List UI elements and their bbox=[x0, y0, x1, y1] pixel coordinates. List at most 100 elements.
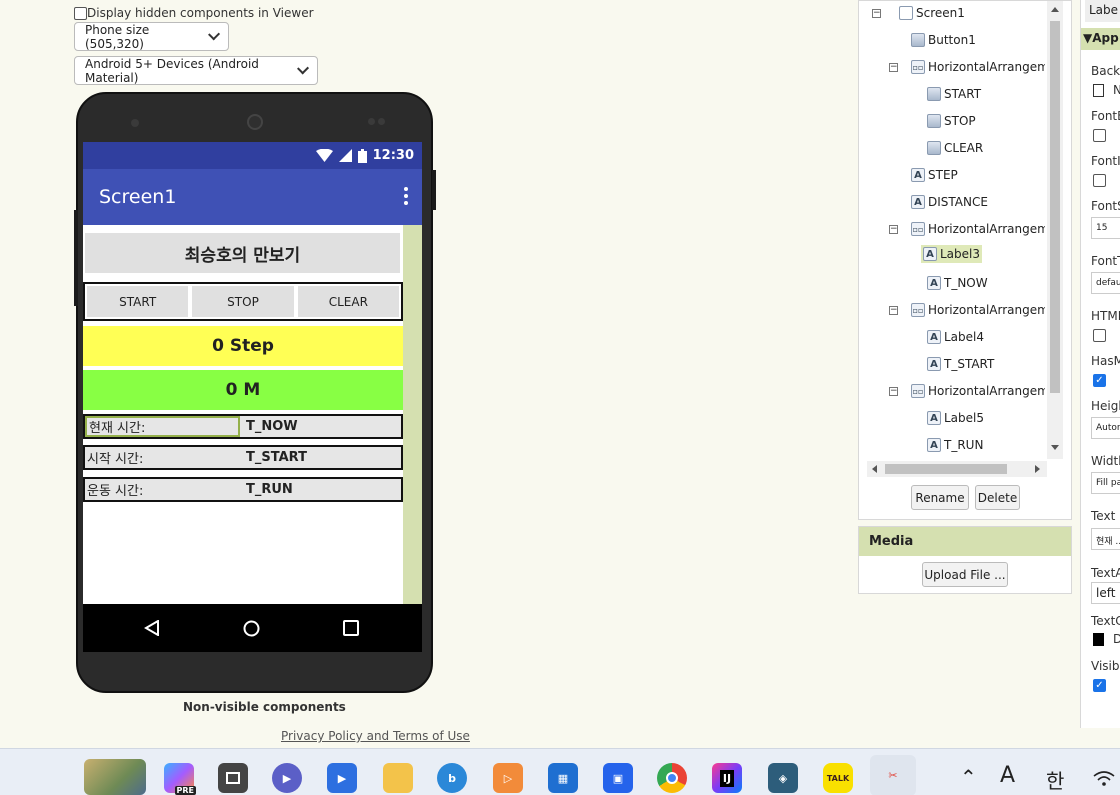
t-run-label[interactable]: T_RUN bbox=[240, 482, 293, 497]
tree-node-t-run[interactable]: A T_RUN bbox=[927, 438, 983, 452]
teams-chat-icon[interactable]: ▶ bbox=[272, 763, 302, 793]
chrome-icon[interactable] bbox=[657, 763, 687, 793]
time-row-now[interactable]: 현재 시간: T_NOW bbox=[83, 414, 403, 439]
collapse-toggle-icon[interactable]: − bbox=[872, 9, 881, 18]
fontsize-input[interactable]: 15 bbox=[1091, 217, 1120, 239]
height-input[interactable]: Autor bbox=[1091, 417, 1120, 439]
scroll-down-icon[interactable] bbox=[1051, 445, 1059, 450]
delete-button[interactable]: Delete bbox=[975, 485, 1020, 510]
tree-node-stop[interactable]: STOP bbox=[927, 114, 976, 128]
textcolor-swatch[interactable] bbox=[1093, 633, 1104, 646]
tree-node-label4[interactable]: A Label4 bbox=[927, 330, 984, 344]
fontitalic-checkbox[interactable] bbox=[1093, 174, 1106, 187]
scroll-left-icon[interactable] bbox=[872, 465, 877, 473]
label4[interactable]: 시작 시간: bbox=[85, 447, 240, 468]
tree-node-harrangement-4[interactable]: ▫▫ HorizontalArrangeme bbox=[911, 384, 1045, 398]
step-label[interactable]: 0 Step bbox=[83, 326, 403, 366]
upload-file-button[interactable]: Upload File ... bbox=[922, 562, 1008, 587]
htmlformat-checkbox[interactable] bbox=[1093, 329, 1106, 342]
components-tree[interactable]: − Screen1 Button1 − ▫▫ HorizontalArrange… bbox=[859, 1, 1045, 459]
light-sensor-icon bbox=[368, 118, 375, 125]
overflow-menu-icon[interactable] bbox=[404, 187, 408, 208]
collapse-triangle-icon[interactable]: ▼ bbox=[1083, 31, 1092, 45]
scroll-right-icon[interactable] bbox=[1035, 465, 1040, 473]
theme-select[interactable]: Android 5+ Devices (Android Material) bbox=[74, 56, 318, 85]
recents-icon[interactable] bbox=[343, 620, 359, 636]
task-view-icon[interactable] bbox=[218, 763, 248, 793]
hidden-components-checkbox[interactable] bbox=[74, 6, 87, 20]
collapse-toggle-icon[interactable]: − bbox=[889, 63, 898, 72]
label5[interactable]: 운동 시간: bbox=[85, 479, 240, 500]
scrollbar-thumb[interactable] bbox=[1050, 21, 1060, 393]
label3[interactable]: 현재 시간: bbox=[85, 416, 240, 437]
ime-language-icon[interactable]: 한 bbox=[1046, 765, 1064, 794]
start-button[interactable]: START bbox=[87, 286, 189, 317]
tree-node-distance[interactable]: A DISTANCE bbox=[911, 195, 988, 209]
chevron-down-icon bbox=[207, 27, 220, 41]
label-icon: A bbox=[911, 168, 925, 182]
clipchamp-icon[interactable]: ▷ bbox=[493, 763, 523, 793]
textalignment-select[interactable]: left : bbox=[1091, 582, 1120, 604]
tree-node-harrangement-1[interactable]: ▫▫ HorizontalArrangeme bbox=[911, 60, 1045, 74]
widgets-weather-icon[interactable] bbox=[84, 759, 146, 795]
mysql-workbench-icon[interactable]: ◈ bbox=[768, 763, 798, 793]
tree-horizontal-scrollbar[interactable] bbox=[867, 461, 1047, 477]
appearance-section-header[interactable]: ▼App bbox=[1081, 28, 1120, 50]
time-row-start[interactable]: 시작 시간: T_START bbox=[83, 445, 403, 470]
distance-label[interactable]: 0 M bbox=[83, 370, 403, 410]
chevron-up-icon[interactable]: ⌃ bbox=[960, 765, 977, 789]
tree-node-start[interactable]: START bbox=[927, 87, 981, 101]
fonttypeface-select[interactable]: defau bbox=[1091, 272, 1120, 294]
title-label[interactable]: 최승호의 만보기 bbox=[85, 233, 400, 273]
clear-button[interactable]: CLEAR bbox=[297, 286, 399, 317]
tree-node-harrangement-2[interactable]: ▫▫ HorizontalArrangeme bbox=[911, 222, 1045, 236]
time-row-run[interactable]: 운동 시간: T_RUN bbox=[83, 477, 403, 502]
tree-node-step[interactable]: A STEP bbox=[911, 168, 958, 182]
tree-vertical-scrollbar[interactable] bbox=[1047, 1, 1063, 459]
store-icon[interactable]: ▦ bbox=[548, 763, 578, 793]
collapse-toggle-icon[interactable]: − bbox=[889, 306, 898, 315]
zoom-icon[interactable]: ▶ bbox=[327, 763, 357, 793]
text-input[interactable]: 현재 ... bbox=[1091, 528, 1120, 550]
tree-node-screen1[interactable]: Screen1 bbox=[899, 6, 965, 20]
tree-node-label5[interactable]: A Label5 bbox=[927, 411, 984, 425]
prop-width-label: Width bbox=[1091, 454, 1120, 468]
fontbold-checkbox[interactable] bbox=[1093, 129, 1106, 142]
tree-node-t-start[interactable]: A T_START bbox=[927, 357, 994, 371]
scroll-up-icon[interactable] bbox=[1051, 7, 1059, 12]
viewer-area: Display hidden components in Viewer Phon… bbox=[0, 0, 850, 743]
back-icon[interactable] bbox=[144, 620, 160, 636]
kakaotalk-icon[interactable]: TALK bbox=[823, 763, 853, 793]
copilot-icon[interactable]: PRE bbox=[164, 763, 196, 795]
rename-button[interactable]: Rename bbox=[911, 485, 969, 510]
bing-icon[interactable]: b bbox=[437, 763, 467, 793]
button-arrangement[interactable]: START STOP CLEAR bbox=[83, 282, 403, 321]
t-start-label[interactable]: T_START bbox=[240, 450, 307, 465]
privacy-link[interactable]: Privacy Policy and Terms of Use bbox=[281, 729, 470, 743]
width-input[interactable]: Fill pa bbox=[1091, 472, 1120, 494]
home-icon[interactable] bbox=[243, 620, 260, 637]
taskbar: PRE ▶ ▶ b ▷ ▦ ▣ IJ ◈ TALK ✂ ⌃ A 한 bbox=[0, 748, 1120, 795]
hasmargins-checkbox[interactable]: ✓ bbox=[1093, 374, 1106, 387]
ime-mode-icon[interactable]: A bbox=[1000, 763, 1015, 788]
tree-node-label3[interactable]: A Label3 bbox=[921, 245, 983, 263]
snipping-tool-icon[interactable]: ✂ bbox=[870, 755, 916, 795]
wifi-tray-icon[interactable] bbox=[1093, 771, 1115, 787]
visible-checkbox[interactable]: ✓ bbox=[1093, 679, 1106, 692]
intellij-icon[interactable]: IJ bbox=[712, 763, 742, 793]
collapse-toggle-icon[interactable]: − bbox=[889, 225, 898, 234]
tree-node-t-now[interactable]: A T_NOW bbox=[927, 276, 988, 290]
t-now-label[interactable]: T_NOW bbox=[240, 419, 298, 434]
collapse-toggle-icon[interactable]: − bbox=[889, 387, 898, 396]
stop-button[interactable]: STOP bbox=[192, 286, 294, 317]
background-color-swatch[interactable] bbox=[1093, 84, 1104, 97]
hidden-components-checkbox-row[interactable]: Display hidden components in Viewer bbox=[74, 6, 314, 20]
phone-link-icon[interactable]: ▣ bbox=[603, 763, 633, 793]
phone-size-select[interactable]: Phone size (505,320) bbox=[74, 22, 229, 51]
proximity-sensor-icon bbox=[378, 118, 385, 125]
tree-node-harrangement-3[interactable]: ▫▫ HorizontalArrangeme bbox=[911, 303, 1045, 317]
file-explorer-icon[interactable] bbox=[383, 763, 413, 793]
scrollbar-thumb[interactable] bbox=[885, 464, 1007, 474]
tree-node-button1[interactable]: Button1 bbox=[911, 33, 976, 47]
tree-node-clear[interactable]: CLEAR bbox=[927, 141, 983, 155]
